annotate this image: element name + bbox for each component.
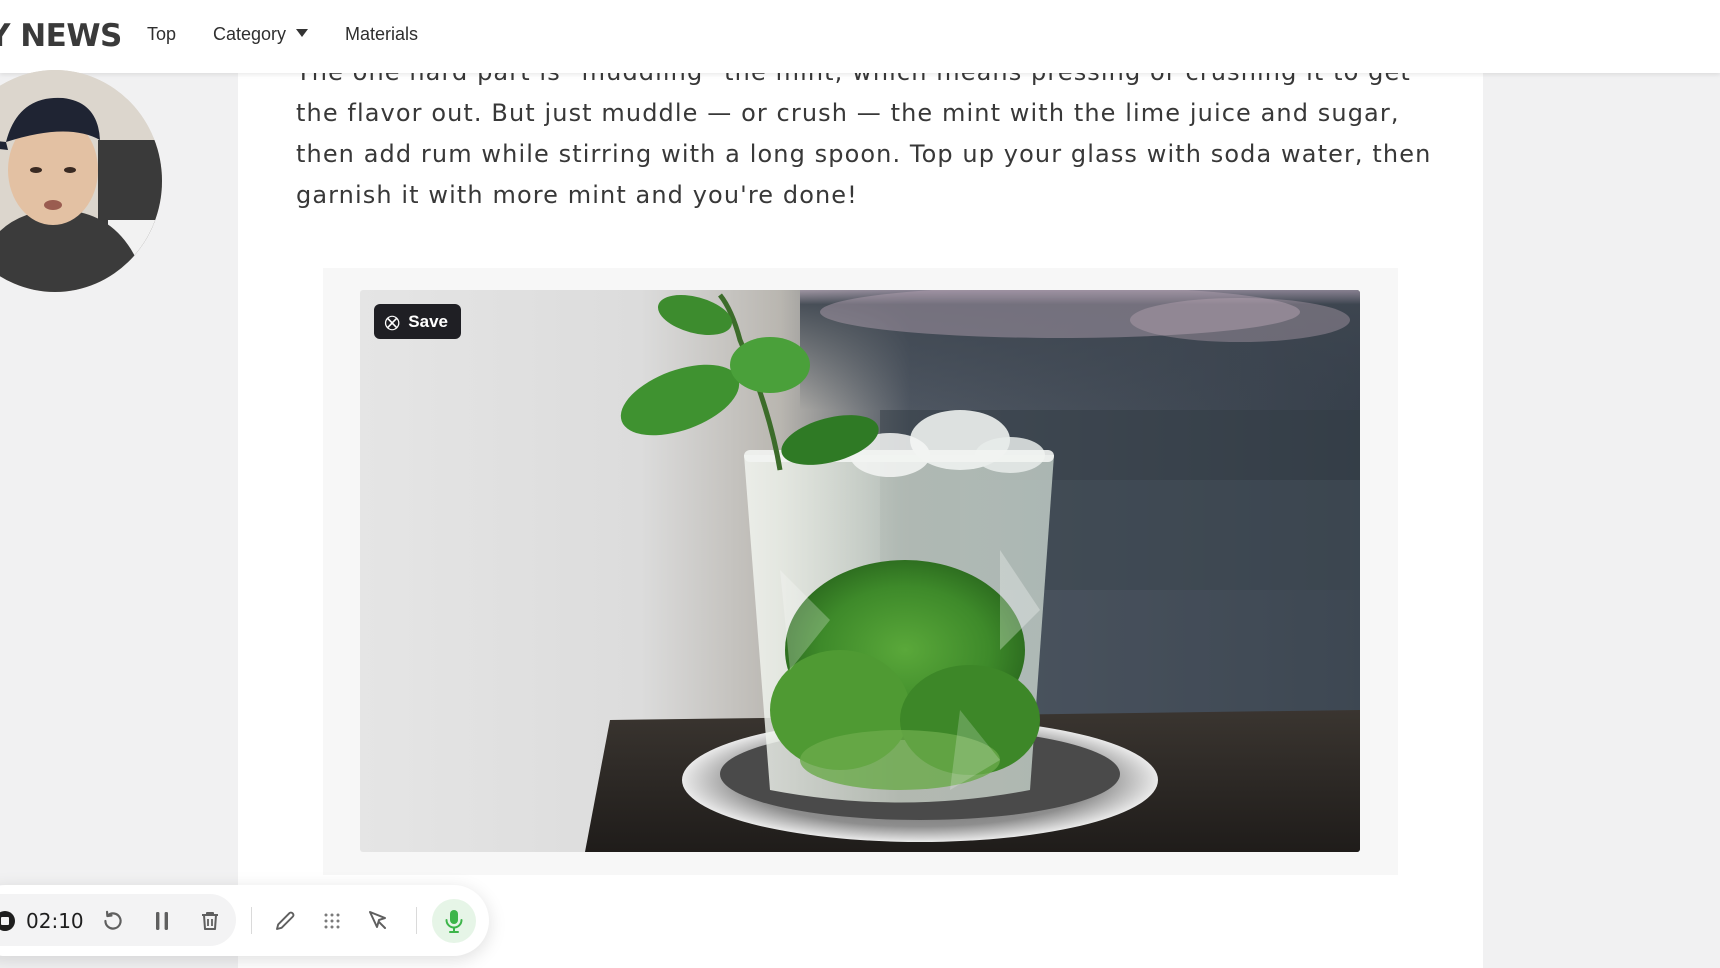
save-image-button[interactable]: ⛒ Save xyxy=(374,304,461,339)
grid-button[interactable] xyxy=(317,906,347,936)
pen-icon xyxy=(276,911,295,930)
recording-timer: 02:10 xyxy=(26,909,84,933)
caret-down-icon xyxy=(296,29,309,37)
draw-button[interactable] xyxy=(270,906,300,936)
webcam-bubble[interactable] xyxy=(0,70,162,292)
pause-button[interactable] xyxy=(147,906,177,936)
restart-icon xyxy=(104,910,122,930)
grid-dots-icon xyxy=(324,913,340,929)
pause-icon xyxy=(156,912,168,930)
restart-button[interactable] xyxy=(98,906,128,936)
site-logo[interactable]: Y NEWS xyxy=(0,18,122,54)
top-navigation: Y NEWS Top Category Materials xyxy=(0,0,1720,73)
recording-toolbar: 02:10 xyxy=(0,885,489,956)
cursor-highlight-button[interactable] xyxy=(363,906,393,936)
nav-materials-link[interactable]: Materials xyxy=(345,24,418,45)
microphone-button[interactable] xyxy=(432,899,476,943)
nav-category-label: Category xyxy=(213,24,287,44)
trash-icon xyxy=(202,912,218,930)
toolbar-divider xyxy=(416,907,417,934)
delete-button[interactable] xyxy=(195,906,225,936)
toolbar-divider xyxy=(251,907,252,934)
nav-category-dropdown[interactable]: Category xyxy=(213,24,309,45)
cursor-icon xyxy=(369,911,386,929)
save-label: Save xyxy=(408,311,448,331)
microphone-icon xyxy=(445,910,463,933)
pin-icon: ⛒ xyxy=(385,313,400,330)
article-paragraph: The one hard part is "muddling" the mint… xyxy=(296,58,1432,209)
article-figure: ⛒ Save xyxy=(323,268,1398,875)
mojito-photo: ⛒ Save xyxy=(360,290,1360,852)
article-column: The one hard part is "muddling" the mint… xyxy=(238,0,1483,968)
nav-top-link[interactable]: Top xyxy=(147,24,176,45)
